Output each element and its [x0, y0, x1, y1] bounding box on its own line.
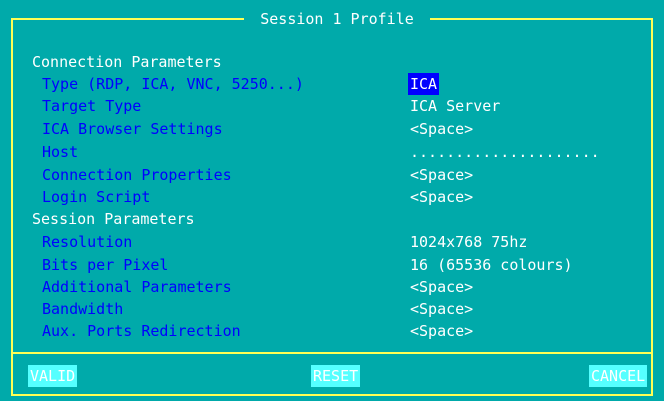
dialog-border-left: [11, 18, 13, 396]
bandwidth-field[interactable]: <Space>: [410, 298, 473, 320]
resolution-field[interactable]: 1024x768 75hz: [410, 231, 527, 253]
resolution-label: Resolution: [42, 233, 133, 251]
bandwidth-label: Bandwidth: [42, 300, 124, 318]
ica-browser-settings-label: ICA Browser Settings: [42, 120, 223, 138]
ica-browser-settings-field[interactable]: <Space>: [410, 118, 473, 140]
section-connection-parameters: Connection Parameters: [32, 53, 222, 71]
aux-ports-redirection-field[interactable]: <Space>: [410, 320, 473, 342]
dialog-button-separator: [11, 352, 653, 354]
host-input[interactable]: .....................: [410, 141, 654, 163]
additional-parameters-field[interactable]: <Space>: [410, 276, 473, 298]
bits-per-pixel-label: Bits per Pixel: [42, 256, 169, 274]
type-label: Type (RDP, ICA, VNC, 5250...): [42, 75, 304, 93]
target-type-field[interactable]: ICA Server: [410, 95, 500, 117]
section-session-parameters: Session Parameters: [32, 210, 195, 228]
valid-button[interactable]: VALID: [28, 365, 78, 387]
bits-per-pixel-field[interactable]: 16 (65536 colours): [410, 254, 573, 276]
target-type-label: Target Type: [42, 97, 142, 115]
connection-properties-field[interactable]: <Space>: [410, 164, 473, 186]
dialog-border-bottom: [11, 394, 653, 396]
login-script-label: Login Script: [42, 188, 151, 206]
dialog-title: Session 1 Profile: [244, 9, 430, 29]
dialog-border-right: [651, 18, 653, 396]
aux-ports-redirection-label: Aux. Ports Redirection: [42, 322, 241, 340]
additional-parameters-label: Additional Parameters: [42, 278, 232, 296]
type-field[interactable]: ICA: [408, 73, 440, 95]
host-label: Host: [42, 143, 79, 161]
connection-properties-label: Connection Properties: [42, 166, 232, 184]
cancel-button[interactable]: CANCEL: [589, 365, 648, 387]
login-script-field[interactable]: <Space>: [410, 186, 473, 208]
reset-button[interactable]: RESET: [311, 365, 361, 387]
